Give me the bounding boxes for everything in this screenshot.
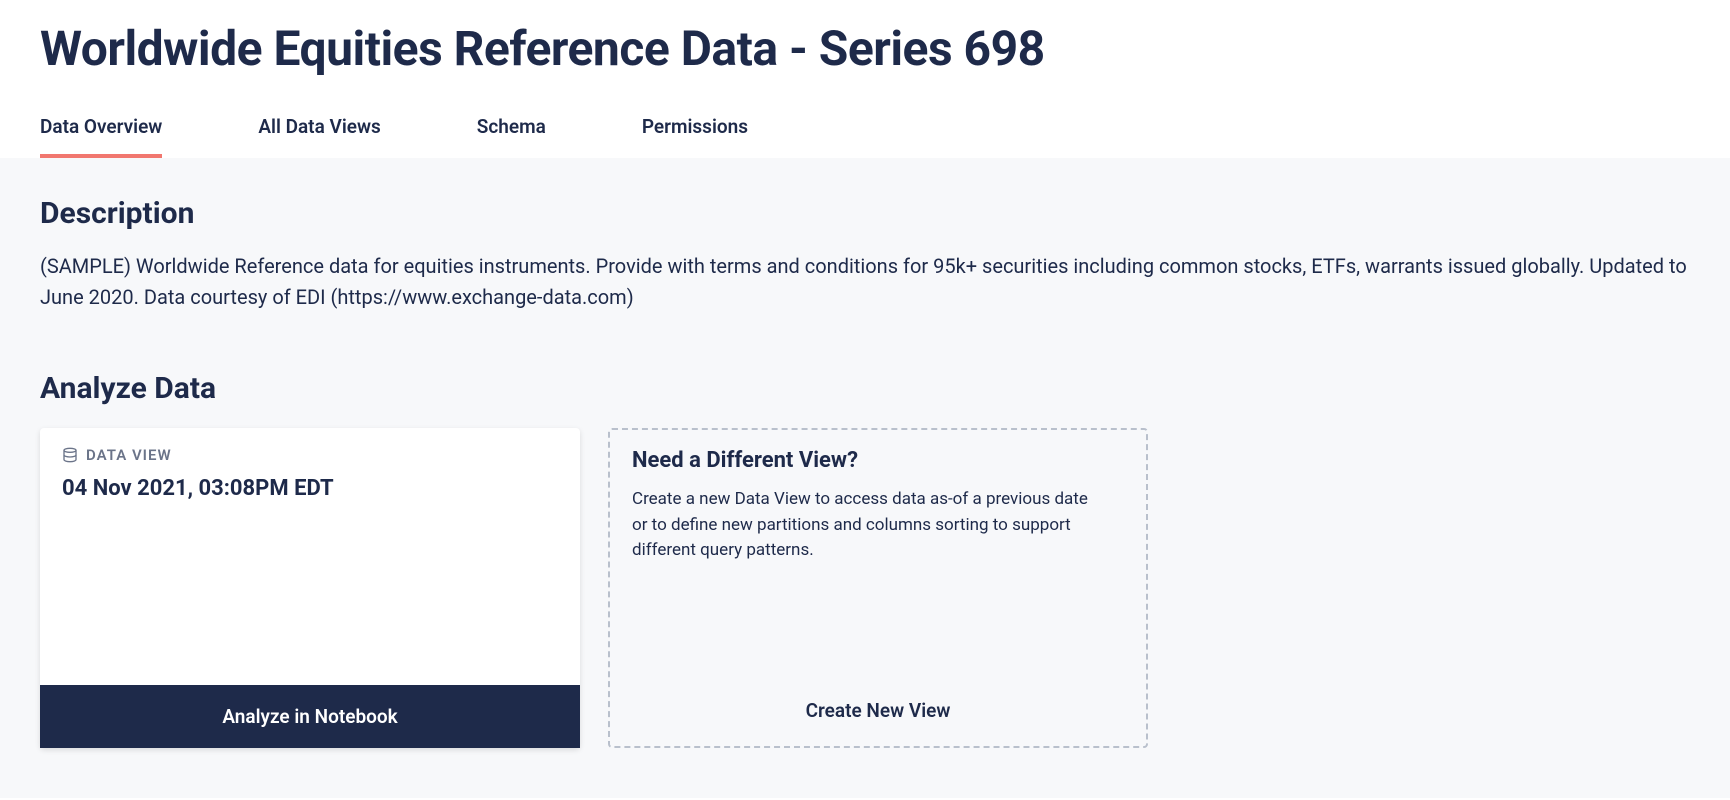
tab-all-data-views[interactable]: All Data Views	[258, 115, 380, 158]
tabs: Data Overview All Data Views Schema Perm…	[40, 115, 1690, 158]
data-view-label-row: DATA VIEW	[62, 446, 558, 464]
data-view-timestamp: 04 Nov 2021, 03:08PM EDT	[62, 476, 558, 501]
analyze-in-notebook-button[interactable]: Analyze in Notebook	[40, 685, 580, 748]
data-view-card-body: DATA VIEW 04 Nov 2021, 03:08PM EDT	[40, 428, 580, 685]
cards-row: DATA VIEW 04 Nov 2021, 03:08PM EDT Analy…	[40, 428, 1690, 748]
create-view-card-body: Need a Different View? Create a new Data…	[610, 430, 1146, 679]
create-view-title: Need a Different View?	[632, 448, 1124, 473]
create-view-body: Create a new Data View to access data as…	[632, 487, 1102, 564]
description-heading: Description	[40, 196, 1690, 231]
analyze-heading: Analyze Data	[40, 371, 1690, 406]
tab-permissions[interactable]: Permissions	[642, 115, 748, 158]
data-view-card: DATA VIEW 04 Nov 2021, 03:08PM EDT Analy…	[40, 428, 580, 748]
data-view-label: DATA VIEW	[86, 446, 172, 464]
header-region: Worldwide Equities Reference Data - Seri…	[0, 0, 1730, 158]
tab-data-overview[interactable]: Data Overview	[40, 115, 162, 158]
create-view-card: Need a Different View? Create a new Data…	[608, 428, 1148, 748]
tab-schema[interactable]: Schema	[477, 115, 546, 158]
create-new-view-button[interactable]: Create New View	[610, 679, 1146, 746]
page-title: Worldwide Equities Reference Data - Seri…	[40, 20, 1690, 77]
database-icon	[62, 447, 78, 463]
description-body: (SAMPLE) Worldwide Reference data for eq…	[40, 251, 1690, 313]
content-region: Description (SAMPLE) Worldwide Reference…	[0, 158, 1730, 798]
